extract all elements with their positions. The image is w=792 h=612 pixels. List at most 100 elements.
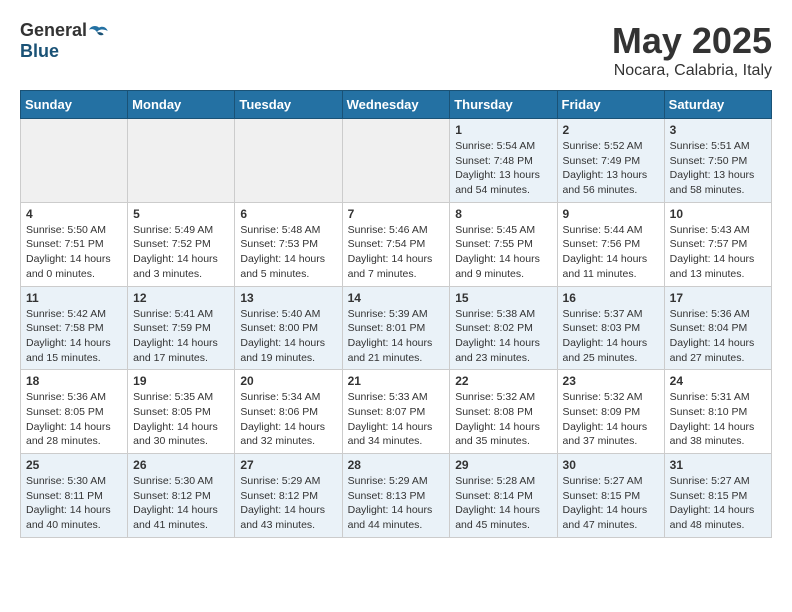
day-number: 30: [563, 458, 659, 472]
calendar-cell: 10 Sunrise: 5:43 AMSunset: 7:57 PMDaylig…: [664, 202, 771, 286]
day-info: Sunrise: 5:32 AMSunset: 8:09 PMDaylight:…: [563, 390, 659, 449]
weekday-header-monday: Monday: [128, 91, 235, 119]
calendar-cell: [342, 119, 450, 203]
day-info: Sunrise: 5:37 AMSunset: 8:03 PMDaylight:…: [563, 307, 659, 366]
calendar-cell: 11 Sunrise: 5:42 AMSunset: 7:58 PMDaylig…: [21, 286, 128, 370]
calendar-cell: 21 Sunrise: 5:33 AMSunset: 8:07 PMDaylig…: [342, 370, 450, 454]
title-area: May 2025 Nocara, Calabria, Italy: [612, 20, 772, 80]
calendar-cell: 7 Sunrise: 5:46 AMSunset: 7:54 PMDayligh…: [342, 202, 450, 286]
day-info: Sunrise: 5:39 AMSunset: 8:01 PMDaylight:…: [348, 307, 445, 366]
day-number: 25: [26, 458, 122, 472]
page-header: General Blue May 2025 Nocara, Calabria, …: [20, 20, 772, 80]
calendar-cell: 2 Sunrise: 5:52 AMSunset: 7:49 PMDayligh…: [557, 119, 664, 203]
logo-bird-icon: [89, 21, 109, 41]
day-info: Sunrise: 5:50 AMSunset: 7:51 PMDaylight:…: [26, 223, 122, 282]
day-info: Sunrise: 5:38 AMSunset: 8:02 PMDaylight:…: [455, 307, 551, 366]
calendar-cell: 13 Sunrise: 5:40 AMSunset: 8:00 PMDaylig…: [235, 286, 342, 370]
day-info: Sunrise: 5:30 AMSunset: 8:12 PMDaylight:…: [133, 474, 229, 533]
day-number: 12: [133, 291, 229, 305]
calendar-cell: 24 Sunrise: 5:31 AMSunset: 8:10 PMDaylig…: [664, 370, 771, 454]
day-number: 7: [348, 207, 445, 221]
calendar-week-2: 4 Sunrise: 5:50 AMSunset: 7:51 PMDayligh…: [21, 202, 772, 286]
calendar-cell: 14 Sunrise: 5:39 AMSunset: 8:01 PMDaylig…: [342, 286, 450, 370]
day-number: 10: [670, 207, 766, 221]
day-info: Sunrise: 5:35 AMSunset: 8:05 PMDaylight:…: [133, 390, 229, 449]
calendar-cell: 12 Sunrise: 5:41 AMSunset: 7:59 PMDaylig…: [128, 286, 235, 370]
day-info: Sunrise: 5:43 AMSunset: 7:57 PMDaylight:…: [670, 223, 766, 282]
calendar-week-4: 18 Sunrise: 5:36 AMSunset: 8:05 PMDaylig…: [21, 370, 772, 454]
calendar-cell: 27 Sunrise: 5:29 AMSunset: 8:12 PMDaylig…: [235, 454, 342, 538]
day-info: Sunrise: 5:34 AMSunset: 8:06 PMDaylight:…: [240, 390, 336, 449]
day-number: 29: [455, 458, 551, 472]
calendar-cell: 3 Sunrise: 5:51 AMSunset: 7:50 PMDayligh…: [664, 119, 771, 203]
day-info: Sunrise: 5:33 AMSunset: 8:07 PMDaylight:…: [348, 390, 445, 449]
day-number: 22: [455, 374, 551, 388]
day-number: 17: [670, 291, 766, 305]
day-number: 26: [133, 458, 229, 472]
day-number: 28: [348, 458, 445, 472]
day-info: Sunrise: 5:42 AMSunset: 7:58 PMDaylight:…: [26, 307, 122, 366]
calendar-cell: 25 Sunrise: 5:30 AMSunset: 8:11 PMDaylig…: [21, 454, 128, 538]
day-number: 23: [563, 374, 659, 388]
calendar-cell: 4 Sunrise: 5:50 AMSunset: 7:51 PMDayligh…: [21, 202, 128, 286]
calendar-cell: [235, 119, 342, 203]
day-number: 8: [455, 207, 551, 221]
day-number: 31: [670, 458, 766, 472]
day-number: 27: [240, 458, 336, 472]
day-info: Sunrise: 5:54 AMSunset: 7:48 PMDaylight:…: [455, 139, 551, 198]
day-number: 19: [133, 374, 229, 388]
calendar-cell: 9 Sunrise: 5:44 AMSunset: 7:56 PMDayligh…: [557, 202, 664, 286]
calendar-cell: 22 Sunrise: 5:32 AMSunset: 8:08 PMDaylig…: [450, 370, 557, 454]
weekday-header-wednesday: Wednesday: [342, 91, 450, 119]
logo-general-text: General: [20, 20, 87, 41]
month-title: May 2025: [612, 20, 772, 62]
weekday-header-saturday: Saturday: [664, 91, 771, 119]
calendar-cell: 8 Sunrise: 5:45 AMSunset: 7:55 PMDayligh…: [450, 202, 557, 286]
calendar-cell: 16 Sunrise: 5:37 AMSunset: 8:03 PMDaylig…: [557, 286, 664, 370]
day-info: Sunrise: 5:49 AMSunset: 7:52 PMDaylight:…: [133, 223, 229, 282]
calendar-cell: 23 Sunrise: 5:32 AMSunset: 8:09 PMDaylig…: [557, 370, 664, 454]
logo-blue-text: Blue: [20, 41, 59, 62]
weekday-header-friday: Friday: [557, 91, 664, 119]
day-info: Sunrise: 5:52 AMSunset: 7:49 PMDaylight:…: [563, 139, 659, 198]
calendar-week-1: 1 Sunrise: 5:54 AMSunset: 7:48 PMDayligh…: [21, 119, 772, 203]
calendar-cell: 26 Sunrise: 5:30 AMSunset: 8:12 PMDaylig…: [128, 454, 235, 538]
calendar-cell: [128, 119, 235, 203]
day-number: 20: [240, 374, 336, 388]
calendar-cell: 20 Sunrise: 5:34 AMSunset: 8:06 PMDaylig…: [235, 370, 342, 454]
day-number: 24: [670, 374, 766, 388]
day-number: 2: [563, 123, 659, 137]
day-info: Sunrise: 5:44 AMSunset: 7:56 PMDaylight:…: [563, 223, 659, 282]
weekday-header-thursday: Thursday: [450, 91, 557, 119]
calendar-cell: 15 Sunrise: 5:38 AMSunset: 8:02 PMDaylig…: [450, 286, 557, 370]
logo: General Blue: [20, 20, 109, 62]
day-info: Sunrise: 5:28 AMSunset: 8:14 PMDaylight:…: [455, 474, 551, 533]
day-info: Sunrise: 5:46 AMSunset: 7:54 PMDaylight:…: [348, 223, 445, 282]
day-info: Sunrise: 5:36 AMSunset: 8:05 PMDaylight:…: [26, 390, 122, 449]
day-number: 18: [26, 374, 122, 388]
calendar-cell: [21, 119, 128, 203]
day-info: Sunrise: 5:40 AMSunset: 8:00 PMDaylight:…: [240, 307, 336, 366]
day-number: 13: [240, 291, 336, 305]
day-info: Sunrise: 5:45 AMSunset: 7:55 PMDaylight:…: [455, 223, 551, 282]
day-info: Sunrise: 5:27 AMSunset: 8:15 PMDaylight:…: [563, 474, 659, 533]
day-number: 9: [563, 207, 659, 221]
day-number: 15: [455, 291, 551, 305]
calendar-cell: 5 Sunrise: 5:49 AMSunset: 7:52 PMDayligh…: [128, 202, 235, 286]
day-info: Sunrise: 5:48 AMSunset: 7:53 PMDaylight:…: [240, 223, 336, 282]
calendar-table: SundayMondayTuesdayWednesdayThursdayFrid…: [20, 90, 772, 538]
day-number: 6: [240, 207, 336, 221]
weekday-header-sunday: Sunday: [21, 91, 128, 119]
calendar-cell: 1 Sunrise: 5:54 AMSunset: 7:48 PMDayligh…: [450, 119, 557, 203]
day-info: Sunrise: 5:29 AMSunset: 8:12 PMDaylight:…: [240, 474, 336, 533]
day-number: 1: [455, 123, 551, 137]
weekday-header-tuesday: Tuesday: [235, 91, 342, 119]
calendar-week-5: 25 Sunrise: 5:30 AMSunset: 8:11 PMDaylig…: [21, 454, 772, 538]
weekday-header-row: SundayMondayTuesdayWednesdayThursdayFrid…: [21, 91, 772, 119]
day-info: Sunrise: 5:32 AMSunset: 8:08 PMDaylight:…: [455, 390, 551, 449]
day-info: Sunrise: 5:51 AMSunset: 7:50 PMDaylight:…: [670, 139, 766, 198]
calendar-cell: 29 Sunrise: 5:28 AMSunset: 8:14 PMDaylig…: [450, 454, 557, 538]
day-number: 14: [348, 291, 445, 305]
day-number: 11: [26, 291, 122, 305]
location: Nocara, Calabria, Italy: [612, 62, 772, 80]
